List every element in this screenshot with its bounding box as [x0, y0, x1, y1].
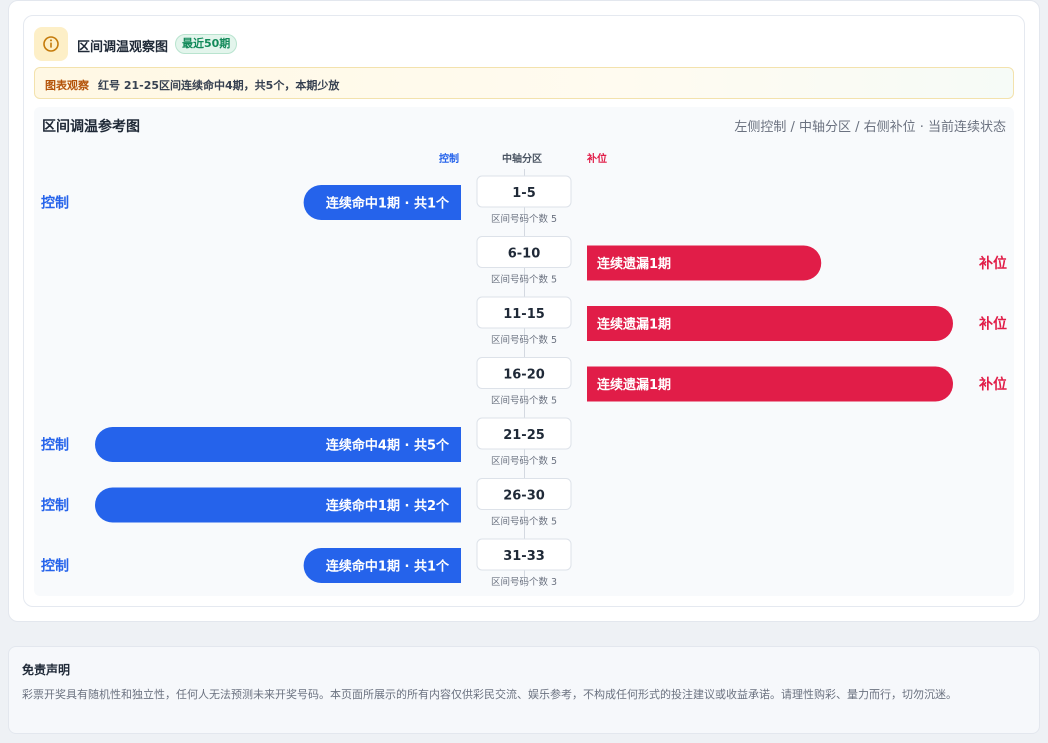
- zone-label: 21-25: [503, 428, 545, 443]
- side-label-fill: 补位: [978, 316, 1007, 333]
- chart-marks: 1-5区间号码个数 5连续命中1期 · 共1个控制6-10区间号码个数 5连续遗…: [41, 175, 1007, 588]
- info-icon: [34, 27, 68, 61]
- zone-label: 1-5: [512, 186, 536, 201]
- side-label-fill: 补位: [978, 255, 1007, 272]
- fill-bar-label: 连续遗漏1期: [597, 256, 671, 272]
- side-label-control: 控制: [41, 558, 69, 575]
- disclaimer-title: 免责声明: [22, 663, 71, 677]
- side-label-fill: 补位: [978, 376, 1007, 393]
- zone-note: 区间号码个数 5: [491, 395, 557, 407]
- control-bar-label: 连续命中1期 · 共2个: [326, 498, 450, 514]
- zone-note: 区间号码个数 5: [491, 334, 557, 346]
- chart-panel: 区间调温参考图 左侧控制 / 中轴分区 / 右侧补位 · 当前连续状态 控制 中…: [34, 107, 1014, 596]
- zone-note: 区间号码个数 5: [491, 274, 557, 286]
- zone-label: 11-15: [503, 307, 545, 322]
- period-badge: 最近50期: [175, 34, 238, 54]
- zone-label: 6-10: [508, 247, 541, 262]
- control-bar-label: 连续命中1期 · 共1个: [326, 196, 450, 212]
- zone-note: 区间号码个数 5: [491, 213, 557, 225]
- observation-label: 图表观察: [45, 79, 89, 92]
- side-label-control: 控制: [41, 437, 69, 454]
- side-label-control: 控制: [41, 195, 69, 212]
- control-bar-label: 连续命中1期 · 共1个: [326, 559, 450, 575]
- zone-label: 31-33: [503, 549, 545, 564]
- disclaimer: 免责声明 彩票开奖具有随机性和独立性，任何人无法预测未来开奖号码。本页面所展示的…: [8, 646, 1040, 734]
- fill-bar-label: 连续遗漏1期: [597, 317, 671, 333]
- observation-text: 红号 21-25区间连续命中4期，共5个，本期少放: [98, 79, 340, 92]
- control-bar-label: 连续命中4期 · 共5个: [326, 438, 450, 454]
- disclaimer-text: 彩票开奖具有随机性和独立性，任何人无法预测未来开奖号码。本页面所展示的所有内容仅…: [22, 688, 957, 701]
- fill-bar-label: 连续遗漏1期: [597, 377, 671, 393]
- side-label-control: 控制: [41, 497, 69, 514]
- zone-note: 区间号码个数 5: [491, 516, 557, 528]
- observation-bar: 图表观察 红号 21-25区间连续命中4期，共5个，本期少放: [34, 67, 1014, 99]
- zone-note: 区间号码个数 5: [491, 455, 557, 467]
- zone-label: 26-30: [503, 489, 545, 504]
- zone-note: 区间号码个数 3: [491, 576, 557, 588]
- page-title: 区间调温观察图: [77, 40, 169, 55]
- zone-label: 16-20: [503, 368, 545, 383]
